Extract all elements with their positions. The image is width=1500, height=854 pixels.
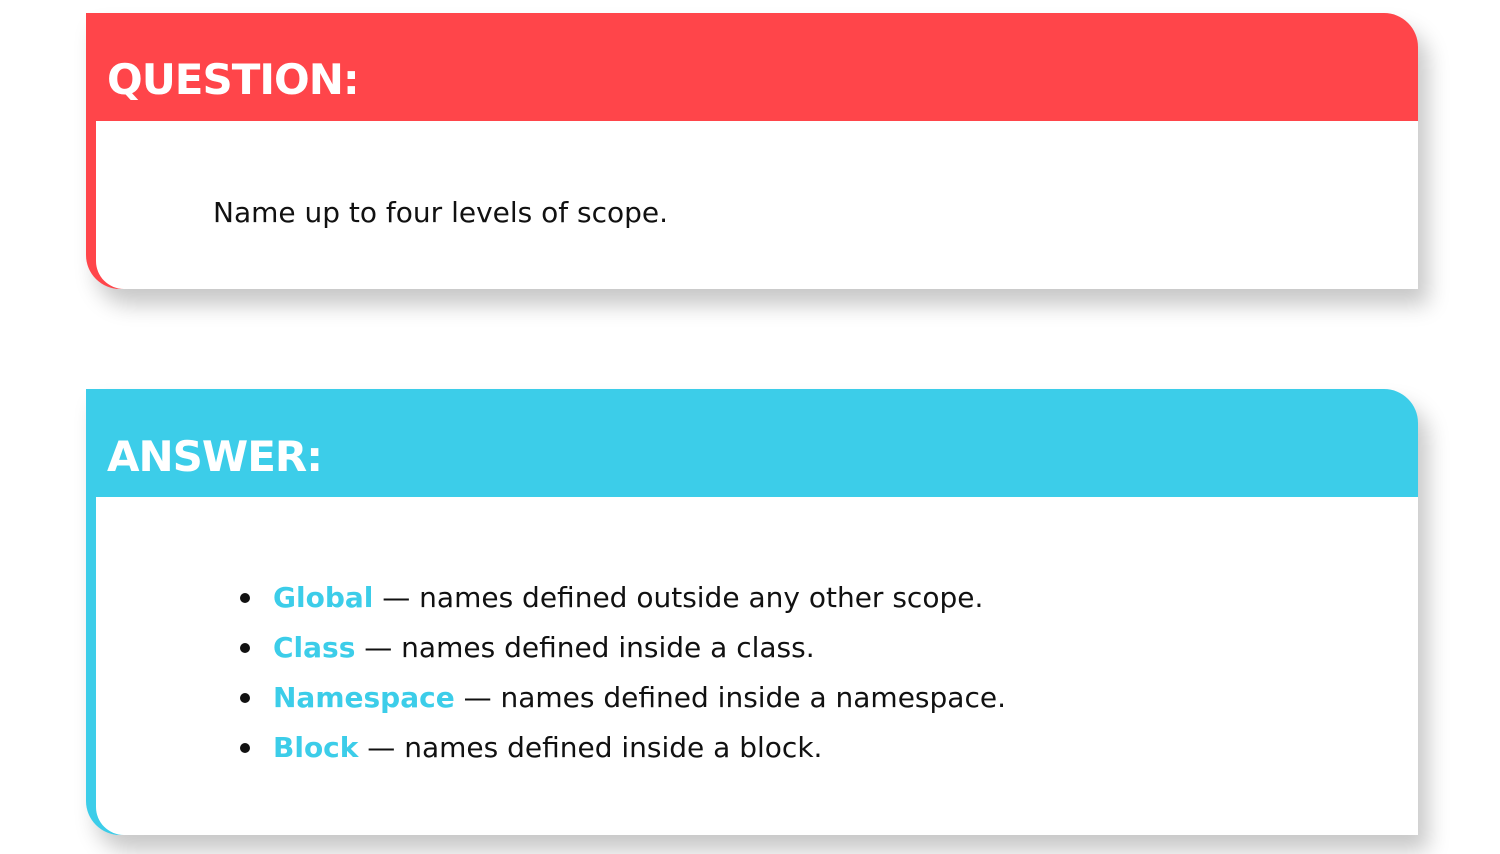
bullet-icon xyxy=(240,693,250,703)
answer-description: — names defined outside any other scope. xyxy=(373,581,984,614)
question-body: Name up to four levels of scope. xyxy=(96,121,1418,289)
question-title: QUESTION: xyxy=(107,55,360,104)
answer-card: ANSWER: Global — names defined outside a… xyxy=(86,389,1418,835)
answer-title: ANSWER: xyxy=(107,432,323,481)
answer-list: Global — names defined outside any other… xyxy=(213,579,1006,779)
question-card: QUESTION: Name up to four levels of scop… xyxy=(86,13,1418,289)
answer-term: Namespace xyxy=(273,681,455,714)
answer-term: Block xyxy=(273,731,359,764)
answer-description: — names defined inside a namespace. xyxy=(454,681,1006,714)
answer-item-class: Class — names defined inside a class. xyxy=(213,629,1006,679)
bullet-icon xyxy=(240,643,250,653)
answer-item-global: Global — names defined outside any other… xyxy=(213,579,1006,629)
bullet-icon xyxy=(240,743,250,753)
answer-description: — names defined inside a block. xyxy=(358,731,823,764)
answer-item-namespace: Namespace — names defined inside a names… xyxy=(213,679,1006,729)
answer-term: Class xyxy=(273,631,356,664)
answer-description: — names defined inside a class. xyxy=(355,631,815,664)
answer-body: Global — names defined outside any other… xyxy=(96,497,1418,835)
answer-item-block: Block — names defined inside a block. xyxy=(213,729,1006,779)
answer-term: Global xyxy=(273,581,374,614)
question-text: Name up to four levels of scope. xyxy=(213,196,669,229)
bullet-icon xyxy=(240,593,250,603)
